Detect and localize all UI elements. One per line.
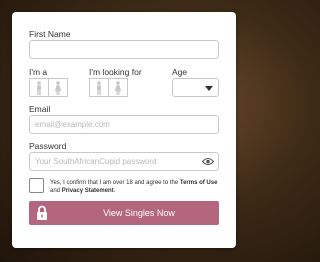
consent-suffix: .: [113, 188, 116, 194]
looking-for-male-option[interactable]: [89, 78, 109, 97]
female-icon: [114, 81, 122, 95]
view-singles-label: View Singles Now: [103, 208, 175, 218]
email-input[interactable]: email@example.com: [29, 115, 219, 134]
lock-icon: [37, 205, 47, 220]
age-select[interactable]: [172, 78, 219, 97]
male-icon: [97, 81, 101, 95]
signup-card: First Name I'm a I'm looking for Age Ema…: [12, 12, 236, 248]
privacy-link[interactable]: Privacy Statement: [62, 188, 114, 194]
email-label: Email: [29, 104, 51, 114]
im-a-female-option[interactable]: [48, 78, 68, 97]
terms-link[interactable]: Terms of Use: [180, 180, 218, 186]
im-a-label: I'm a: [29, 67, 48, 77]
eye-icon[interactable]: [202, 157, 214, 166]
consent-and: and: [50, 188, 62, 194]
female-icon: [54, 81, 62, 95]
consent-checkbox[interactable]: [29, 178, 44, 193]
first-name-input[interactable]: [29, 40, 219, 59]
male-icon: [37, 81, 41, 95]
password-input[interactable]: Your SouthAfricanCupid password: [29, 152, 219, 171]
im-a-male-option[interactable]: [29, 78, 49, 97]
consent-text: Yes, I confirm that I am over 18 and agr…: [50, 179, 220, 195]
password-placeholder: Your SouthAfricanCupid password: [35, 157, 157, 166]
age-label: Age: [172, 67, 188, 77]
looking-for-female-option[interactable]: [108, 78, 128, 97]
view-singles-button[interactable]: View Singles Now: [29, 201, 219, 225]
looking-for-label: I'm looking for: [89, 67, 142, 77]
email-placeholder: email@example.com: [35, 120, 110, 129]
first-name-label: First Name: [29, 29, 71, 39]
password-label: Password: [29, 141, 67, 151]
chevron-down-icon: [205, 86, 213, 91]
consent-prefix: Yes, I confirm that I am over 18 and agr…: [50, 180, 180, 186]
